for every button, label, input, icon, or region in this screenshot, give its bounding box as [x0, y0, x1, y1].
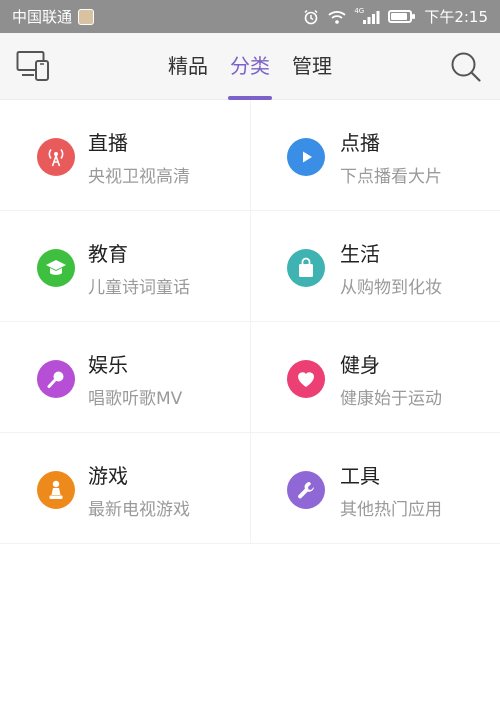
network-badge: 4G [354, 6, 365, 15]
status-bar: 中国联通 4G 下午2:15 [0, 0, 500, 33]
category-subtitle: 儿童诗词童话 [88, 278, 190, 298]
alarm-clock-icon [302, 8, 320, 26]
category-tools[interactable]: 工具 其他热门应用 [250, 433, 500, 544]
tab-featured[interactable]: 精品 [168, 33, 208, 100]
notification-avatar-icon [78, 8, 95, 25]
wifi-icon [328, 8, 346, 26]
category-fitness[interactable]: 健身 健康始于运动 [250, 322, 500, 433]
top-navigation: 精品 分类 管理 [0, 33, 500, 100]
category-subtitle: 最新电视游戏 [88, 500, 190, 520]
category-title: 直播 [88, 131, 128, 155]
shopping-bag-icon [287, 249, 325, 287]
category-title: 健身 [340, 353, 380, 377]
category-games[interactable]: 游戏 最新电视游戏 [0, 433, 250, 544]
category-title: 工具 [340, 464, 380, 488]
category-entertainment[interactable]: 娱乐 唱歌听歌MV [0, 322, 250, 433]
status-bar-left: 中国联通 [12, 6, 95, 27]
clock-time: 下午2:15 [424, 8, 488, 26]
category-title: 教育 [88, 242, 128, 266]
tab-bar: 精品 分类 管理 [0, 33, 500, 100]
category-live[interactable]: 直播 央视卫视高清 [0, 100, 250, 211]
category-title: 娱乐 [88, 353, 128, 377]
category-title: 游戏 [88, 464, 128, 488]
carrier-label: 中国联通 [12, 8, 73, 26]
graduation-cap-icon [37, 249, 75, 287]
heart-icon [287, 360, 325, 398]
category-title: 生活 [340, 242, 380, 266]
category-subtitle: 健康始于运动 [340, 389, 442, 409]
game-piece-icon [37, 471, 75, 509]
signal-icon: 4G [354, 6, 380, 26]
microphone-icon [37, 360, 75, 398]
tab-categories[interactable]: 分类 [228, 33, 272, 100]
battery-icon [388, 10, 416, 23]
search-button[interactable] [450, 51, 482, 83]
broadcast-tower-icon [37, 138, 75, 176]
category-subtitle: 央视卫视高清 [88, 167, 190, 187]
search-icon [451, 52, 481, 82]
category-vod[interactable]: 点播 下点播看大片 [250, 100, 500, 211]
category-title: 点播 [340, 131, 380, 155]
category-subtitle: 从购物到化妆 [340, 278, 442, 298]
tab-manage[interactable]: 管理 [292, 33, 332, 100]
category-subtitle: 唱歌听歌MV [88, 389, 183, 409]
category-subtitle: 下点播看大片 [340, 167, 442, 187]
status-bar-right: 4G 下午2:15 [302, 6, 488, 27]
category-grid: 直播 央视卫视高清 点播 下点播看大片 教育 儿童诗词童话 生活 从购物到化妆 … [0, 100, 500, 544]
category-education[interactable]: 教育 儿童诗词童话 [0, 211, 250, 322]
category-subtitle: 其他热门应用 [340, 500, 442, 520]
wrench-icon [287, 471, 325, 509]
play-icon [287, 138, 325, 176]
category-life[interactable]: 生活 从购物到化妆 [250, 211, 500, 322]
